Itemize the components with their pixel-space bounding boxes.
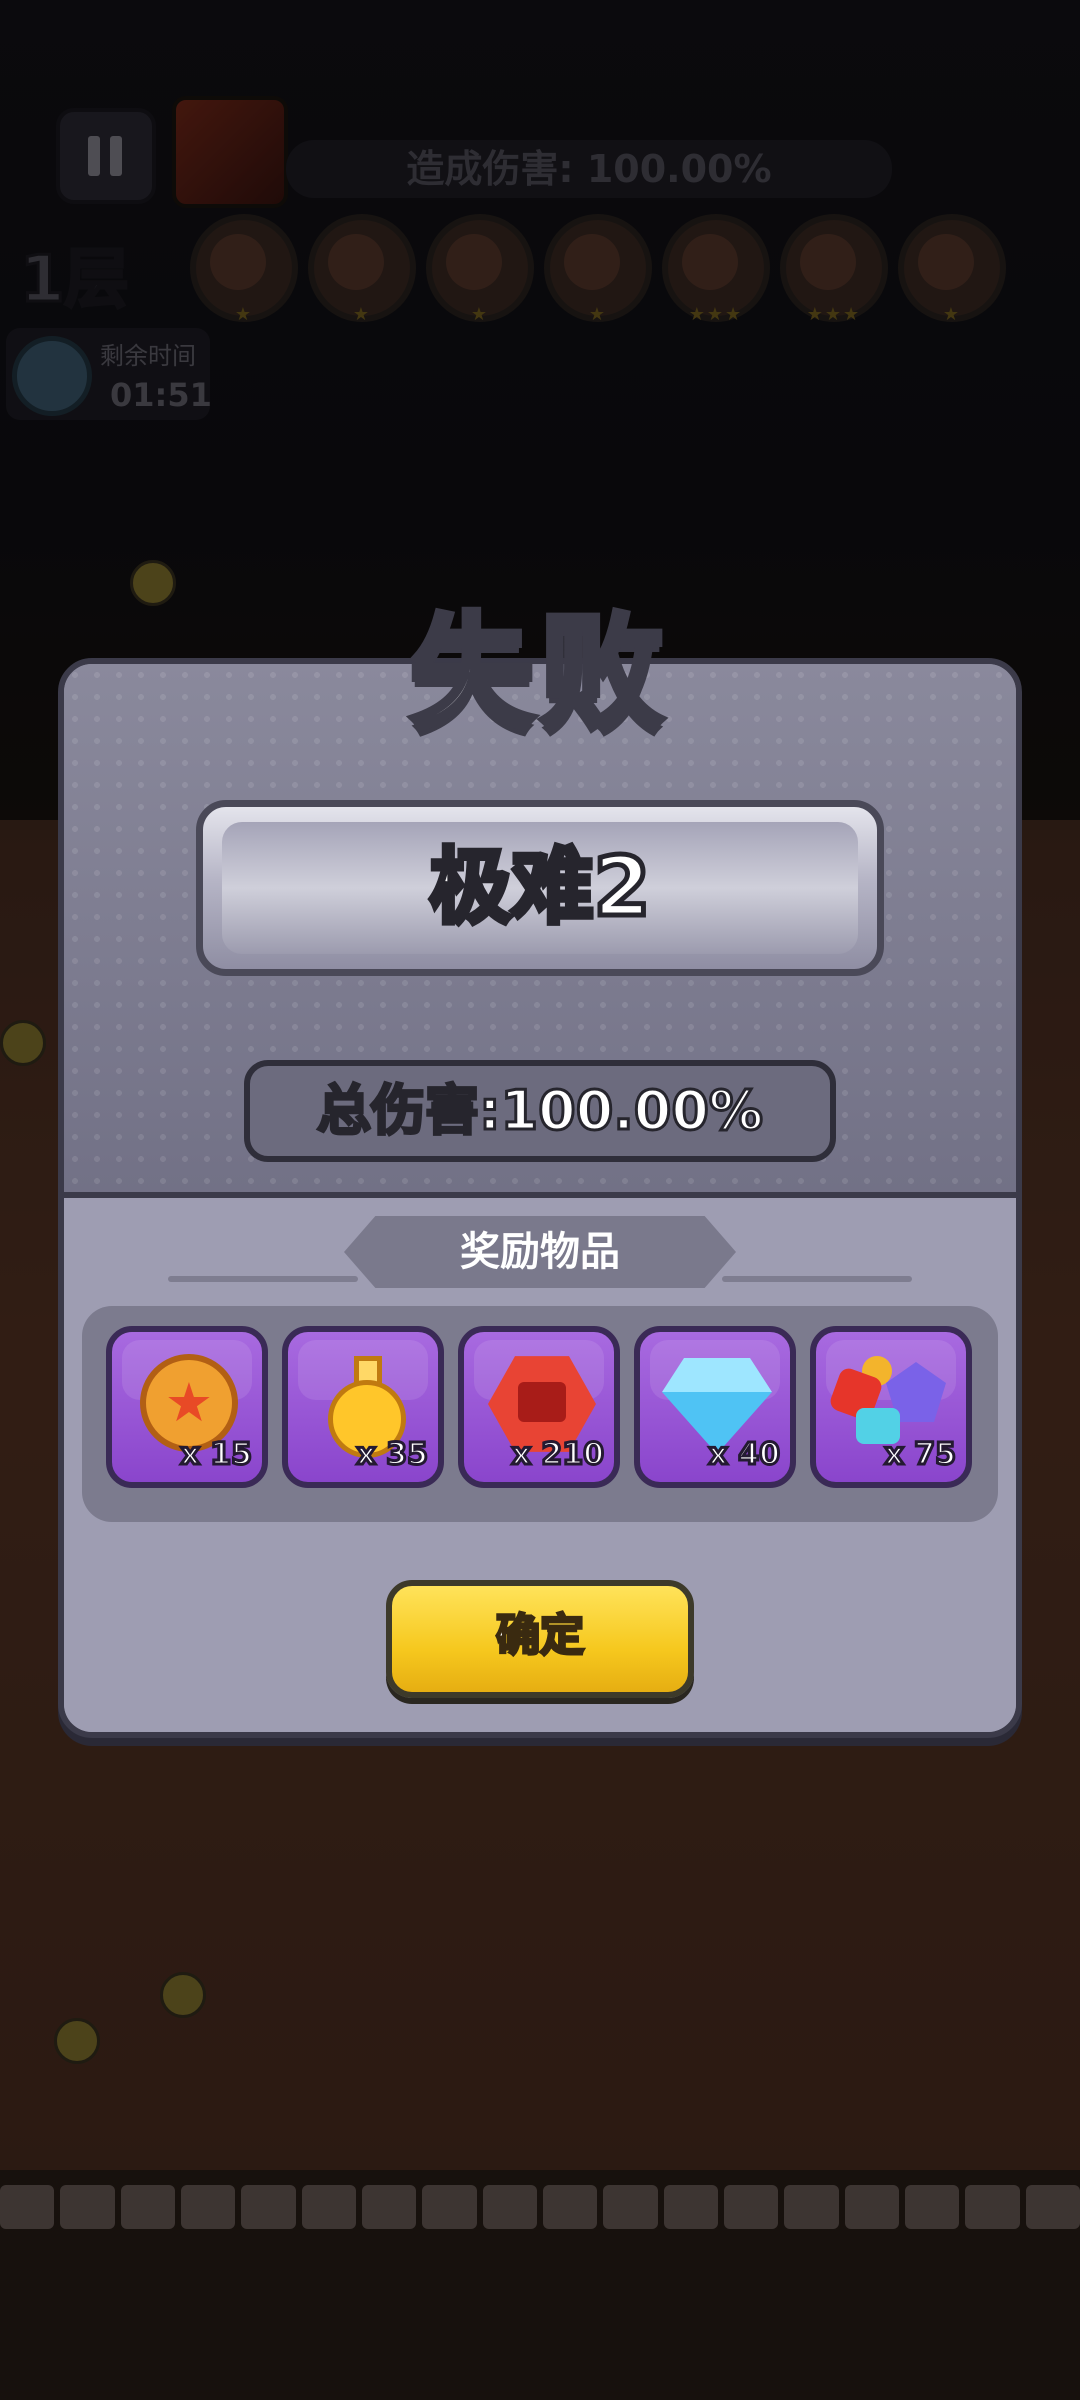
rewards-title: 奖励物品 <box>460 1229 620 1275</box>
total-damage-label: 总伤害:100.00% <box>315 1078 764 1144</box>
reward-slot[interactable]: x 35 <box>282 1326 444 1488</box>
reward-slot[interactable]: x 75 <box>810 1326 972 1488</box>
result-title: 失败 <box>407 599 670 749</box>
difficulty-banner: 极难2 <box>196 800 884 976</box>
reward-slot[interactable]: x 40 <box>634 1326 796 1488</box>
confirm-button-label[interactable]: 确定 <box>386 1580 694 1692</box>
difficulty-label: 极难2 <box>427 838 653 938</box>
reward-slot[interactable]: ★ x 15 <box>106 1326 268 1488</box>
reward-count: x 210 <box>510 1436 605 1474</box>
reward-count: x 40 <box>707 1436 782 1474</box>
divider <box>722 1276 912 1282</box>
reward-count: x 75 <box>883 1436 958 1474</box>
reward-slot[interactable]: x 210 <box>458 1326 620 1488</box>
reward-count: x 15 <box>179 1436 254 1474</box>
reward-count: x 35 <box>355 1436 430 1474</box>
divider <box>168 1276 358 1282</box>
